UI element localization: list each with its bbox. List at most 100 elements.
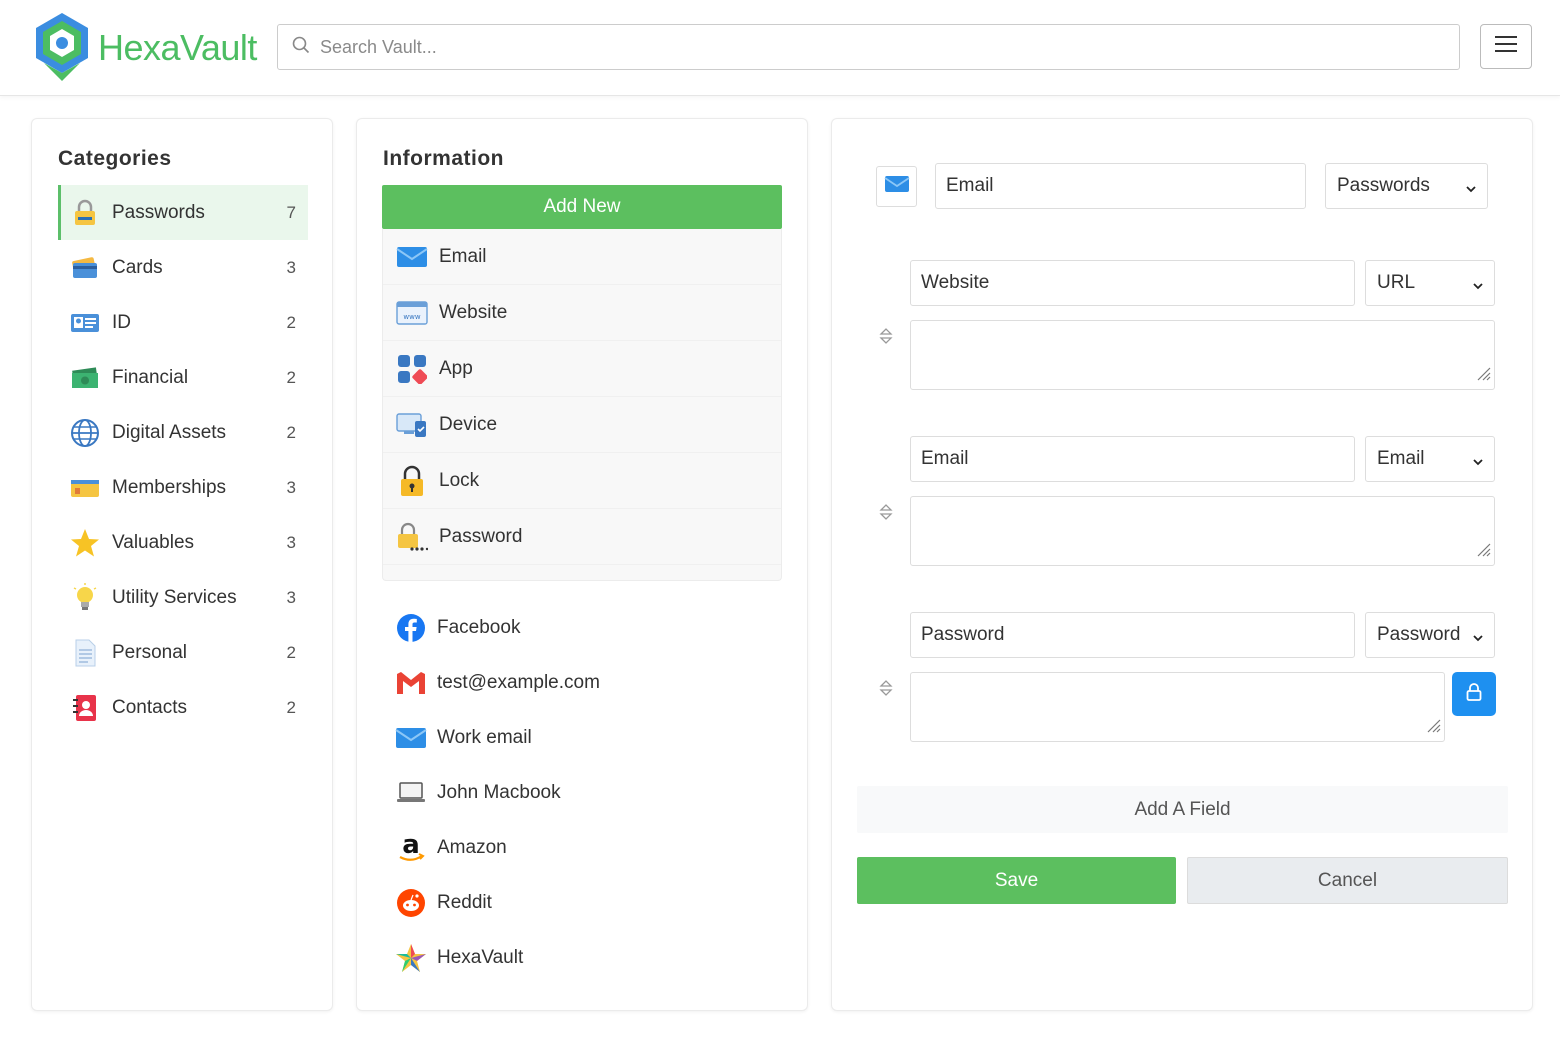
- star-icon: [70, 528, 100, 558]
- hamburger-menu-button[interactable]: [1480, 24, 1532, 69]
- category-passwords[interactable]: Passwords 7: [58, 185, 308, 240]
- field-label-input[interactable]: Email: [910, 436, 1355, 482]
- category-id[interactable]: ID 2: [58, 295, 308, 350]
- category-label: Financial: [112, 366, 189, 388]
- search-icon: [292, 36, 310, 59]
- chevron-down-icon: [1465, 179, 1477, 201]
- category-cards[interactable]: Cards 3: [58, 240, 308, 295]
- type-device[interactable]: Device: [383, 397, 781, 453]
- field-value-textarea[interactable]: [910, 320, 1495, 390]
- category-contacts[interactable]: Contacts 2: [58, 680, 308, 735]
- toggle-password-visibility-button[interactable]: [1452, 672, 1496, 716]
- category-memberships[interactable]: Memberships 3: [58, 460, 308, 515]
- type-lock[interactable]: Lock: [383, 453, 781, 509]
- category-count: 2: [286, 697, 296, 717]
- entry-list: Facebook test@example.com Work email Joh…: [382, 600, 782, 985]
- category-financial[interactable]: Financial 2: [58, 350, 308, 405]
- item-category-select[interactable]: Passwords: [1325, 163, 1488, 209]
- field-label-input[interactable]: Website: [910, 260, 1355, 306]
- entry-test-email[interactable]: test@example.com: [382, 655, 782, 710]
- category-personal[interactable]: Personal 2: [58, 625, 308, 680]
- resize-grip-icon[interactable]: [1474, 540, 1492, 563]
- facebook-icon: [395, 612, 427, 644]
- resize-grip-icon[interactable]: [1474, 364, 1492, 387]
- information-title: Information: [383, 147, 504, 170]
- item-icon-picker[interactable]: [876, 166, 917, 207]
- category-valuables[interactable]: Valuables 3: [58, 515, 308, 570]
- lock-icon: [1465, 682, 1483, 707]
- select-value: Password: [1377, 624, 1461, 645]
- category-label: ID: [112, 311, 131, 333]
- field-type-select[interactable]: URL: [1365, 260, 1495, 306]
- type-label: Lock: [439, 469, 480, 491]
- globe-icon: [70, 418, 100, 448]
- search-box[interactable]: [277, 24, 1460, 70]
- category-label: Passwords: [112, 201, 205, 223]
- chevron-down-icon: [1472, 276, 1484, 298]
- field-type-select[interactable]: Email: [1365, 436, 1495, 482]
- category-count: 2: [286, 422, 296, 442]
- field-label-input[interactable]: Password: [910, 612, 1355, 658]
- chevron-down-icon: [1472, 452, 1484, 474]
- field-value-textarea[interactable]: [910, 672, 1445, 742]
- categories-title: Categories: [58, 147, 172, 170]
- type-password[interactable]: Password: [383, 509, 781, 565]
- category-count: 3: [286, 257, 296, 277]
- drag-handle-icon[interactable]: [879, 326, 893, 346]
- entry-label: John Macbook: [437, 781, 561, 803]
- category-label: Valuables: [112, 531, 195, 553]
- add-new-button[interactable]: Add New: [382, 185, 782, 229]
- category-count: 3: [286, 587, 296, 607]
- device-icon: [396, 409, 428, 441]
- document-icon: [70, 638, 100, 668]
- category-utility-services[interactable]: Utility Services 3: [58, 570, 308, 625]
- add-field-button[interactable]: Add A Field: [857, 786, 1508, 833]
- category-label: Digital Assets: [112, 421, 227, 443]
- field-type-select[interactable]: Password: [1365, 612, 1495, 658]
- id-card-icon: [70, 308, 100, 338]
- category-label: Cards: [112, 256, 163, 278]
- lightbulb-icon: [70, 582, 100, 613]
- logo[interactable]: HexaVault: [30, 12, 262, 84]
- resize-grip-icon[interactable]: [1424, 716, 1442, 739]
- credit-card-icon: [70, 253, 100, 283]
- type-website[interactable]: www Website: [383, 285, 781, 341]
- select-value: URL: [1377, 272, 1416, 293]
- category-digital-assets[interactable]: Digital Assets 2: [58, 405, 308, 460]
- membership-card-icon: [70, 473, 100, 503]
- app-header: HexaVault: [0, 0, 1560, 96]
- item-name-input[interactable]: Email: [935, 163, 1306, 209]
- entry-label: Facebook: [437, 616, 521, 638]
- drag-handle-icon[interactable]: [879, 502, 893, 522]
- entry-work-email[interactable]: Work email: [382, 710, 782, 765]
- cancel-button[interactable]: Cancel: [1187, 857, 1508, 904]
- entry-facebook[interactable]: Facebook: [382, 600, 782, 655]
- reddit-icon: [395, 887, 427, 919]
- entry-label: HexaVault: [437, 946, 524, 968]
- type-label: Website: [439, 301, 508, 323]
- app-grid-icon: [396, 353, 428, 385]
- envelope-icon: [884, 174, 910, 199]
- search-input[interactable]: [320, 36, 1420, 58]
- entry-john-macbook[interactable]: John Macbook: [382, 765, 782, 820]
- entry-hexavault[interactable]: HexaVault: [382, 930, 782, 985]
- type-app[interactable]: App: [383, 341, 781, 397]
- entry-label: Reddit: [437, 891, 492, 913]
- type-label: Device: [439, 413, 498, 435]
- category-count: 3: [286, 532, 296, 552]
- gmail-icon: [395, 667, 427, 699]
- entry-amazon[interactable]: a Amazon: [382, 820, 782, 875]
- envelope-icon: [396, 241, 428, 273]
- field-value-textarea[interactable]: [910, 496, 1495, 566]
- category-count: 3: [286, 477, 296, 497]
- drag-handle-icon[interactable]: [879, 678, 893, 698]
- category-label: Memberships: [112, 476, 227, 498]
- entry-reddit[interactable]: Reddit: [382, 875, 782, 930]
- hamburger-icon: [1494, 34, 1518, 59]
- type-email[interactable]: Email: [383, 229, 781, 285]
- amazon-icon: a: [395, 832, 427, 864]
- save-button[interactable]: Save: [857, 857, 1176, 904]
- envelope-icon: [395, 722, 427, 754]
- category-label: Contacts: [112, 696, 187, 718]
- categories-list: Passwords 7 Cards 3 ID 2 Financial 2 Dig…: [58, 185, 308, 735]
